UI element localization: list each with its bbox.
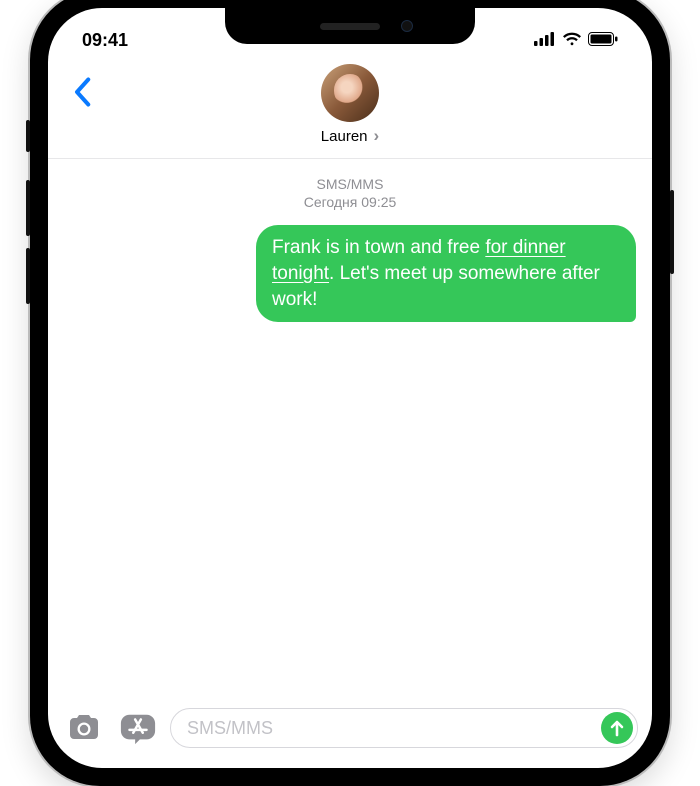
app-store-icon	[119, 711, 157, 745]
battery-icon	[588, 30, 618, 51]
timestamp-label: Сегодня 09:25	[48, 193, 652, 211]
message-input-placeholder: SMS/MMS	[187, 718, 593, 739]
notch	[225, 8, 475, 44]
message-input[interactable]: SMS/MMS	[170, 708, 638, 748]
camera-button[interactable]	[62, 709, 106, 747]
contact-avatar[interactable]	[321, 64, 379, 122]
send-button[interactable]	[601, 712, 633, 744]
silent-switch	[26, 120, 30, 152]
chevron-right-icon: ›	[374, 126, 380, 146]
phone-frame: 09:41 Lauren ›	[30, 0, 670, 786]
apps-button[interactable]	[116, 709, 160, 747]
chevron-left-icon	[73, 77, 91, 107]
contact-name-label: Lauren	[321, 128, 368, 145]
status-time: 09:41	[82, 30, 128, 51]
front-camera	[401, 20, 413, 32]
speaker-grille	[320, 23, 380, 30]
conversation-timestamp: SMS/MMS Сегодня 09:25	[48, 159, 652, 225]
screen: 09:41 Lauren ›	[48, 8, 652, 768]
back-button[interactable]	[62, 70, 102, 114]
channel-label: SMS/MMS	[48, 175, 652, 193]
wifi-icon	[562, 30, 582, 51]
message-text-before: Frank is in town and free	[272, 237, 485, 258]
volume-down-button	[26, 248, 30, 304]
arrow-up-icon	[609, 719, 625, 737]
contact-name-button[interactable]: Lauren ›	[321, 126, 379, 146]
volume-up-button	[26, 180, 30, 236]
cellular-icon	[534, 30, 556, 51]
conversation-header: Lauren ›	[48, 60, 652, 159]
bubble-tail	[626, 304, 642, 322]
sent-message-bubble[interactable]: Frank is in town and free for dinner ton…	[256, 225, 636, 322]
message-row: Frank is in town and free for dinner ton…	[48, 225, 652, 334]
power-button	[670, 190, 674, 274]
camera-icon	[66, 714, 102, 742]
